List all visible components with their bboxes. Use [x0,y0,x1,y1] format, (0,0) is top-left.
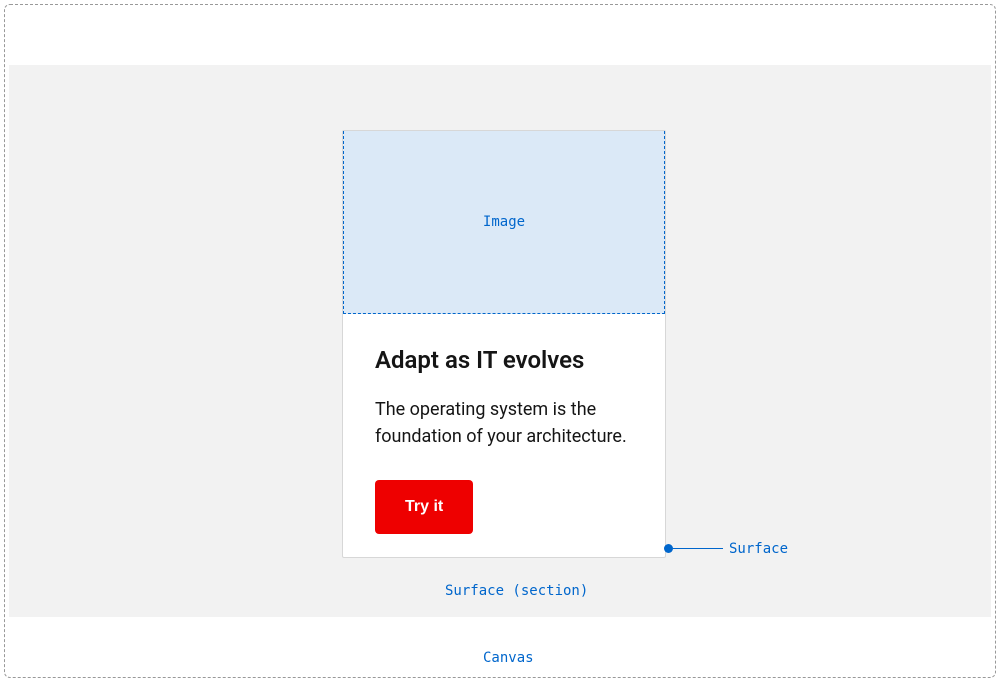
card-title: Adapt as IT evolves [375,346,633,374]
annotation-surface: Surface [729,541,788,557]
surface-card: Image Adapt as IT evolves The operating … [342,130,666,558]
annotation-dot [664,544,673,553]
try-it-button[interactable]: Try it [375,480,473,534]
card-description: The operating system is the foundation o… [375,396,633,450]
annotation-canvas: Canvas [483,650,534,666]
image-placeholder: Image [343,131,665,314]
card-body: Adapt as IT evolves The operating system… [343,314,665,557]
image-placeholder-label: Image [483,214,525,230]
canvas-outline: Image Adapt as IT evolves The operating … [4,4,996,678]
annotation-section: Surface (section) [445,583,588,599]
annotation-leader-line [673,548,723,549]
